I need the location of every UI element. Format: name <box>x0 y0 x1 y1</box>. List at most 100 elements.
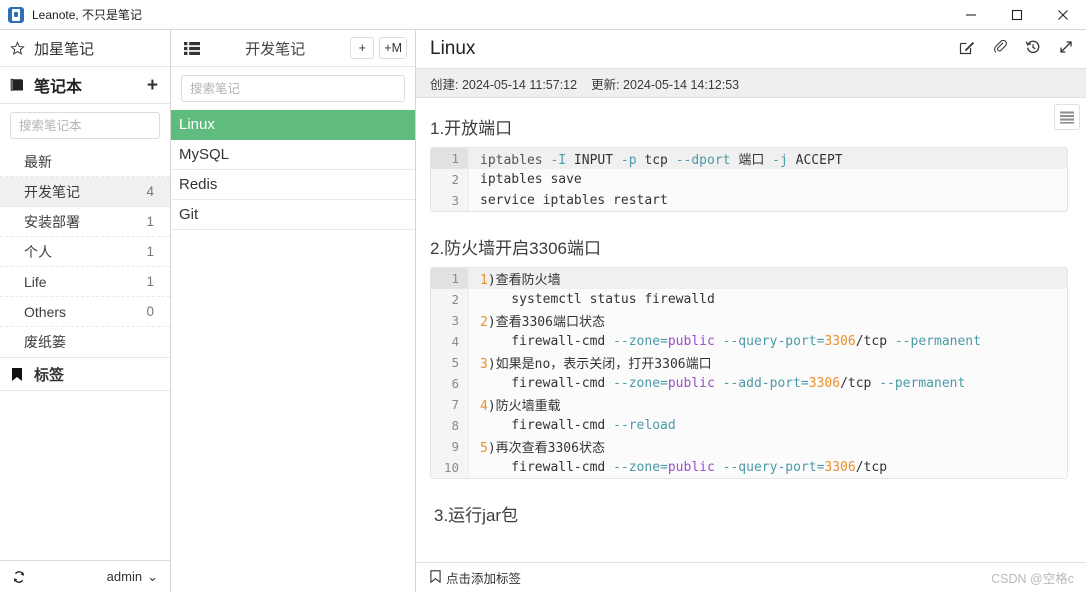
sidebar-item-starred[interactable]: 加星笔记 <box>0 30 170 67</box>
code-line: 7 4)防火墙重载 <box>431 394 1067 415</box>
line-number: 6 <box>431 373 469 394</box>
close-button[interactable] <box>1040 0 1086 30</box>
notebook-item-personal[interactable]: 个人 1 <box>0 237 170 267</box>
code-text: service iptables restart <box>480 193 668 208</box>
notebook-label: 废纸篓 <box>24 334 66 350</box>
app-title: Leanote, 不只是笔记 <box>32 8 143 22</box>
add-markdown-note-button[interactable]: +M <box>379 37 407 59</box>
sidebar-starred-label: 加星笔记 <box>34 40 95 58</box>
tag-icon <box>430 569 441 586</box>
heading-run-jar: 3.运行jar包 <box>434 506 519 525</box>
line-number: 2 <box>431 289 469 310</box>
code-text: firewall-cmd --zone=public --query-port=… <box>480 460 888 475</box>
note-item-title: Git <box>179 206 199 223</box>
user-name: admin <box>106 569 143 584</box>
sync-icon[interactable] <box>12 570 26 584</box>
code-text: iptables save <box>480 172 582 187</box>
code-text: 1)查看防火墙 <box>480 273 561 288</box>
note-toolbar <box>959 39 1074 60</box>
user-menu[interactable]: admin ⌄ <box>107 569 158 585</box>
code-text: firewall-cmd --reload <box>480 418 676 433</box>
list-view-icon[interactable] <box>179 41 205 55</box>
note-search-input[interactable] <box>181 75 405 102</box>
code-text: 3)如果是no，表示关闭，打开3306端口 <box>480 357 712 372</box>
code-line: 2 systemctl status firewalld <box>431 289 1067 310</box>
notebook-search-input[interactable] <box>10 112 160 139</box>
attachment-icon[interactable] <box>992 39 1008 60</box>
notebook-count: 0 <box>146 304 154 319</box>
window-titlebar: Leanote, 不只是笔记 <box>0 0 1086 30</box>
note-body: 1.开放端口 1 iptables -I INPUT -p tcp --dpor… <box>416 98 1086 562</box>
code-line: 10 firewall-cmd --zone=public --query-po… <box>431 457 1067 478</box>
toc-icon[interactable] <box>1054 104 1080 130</box>
add-tag-label: 点击添加标签 <box>446 572 522 586</box>
sidebar-notebooks-label: 笔记本 <box>34 79 83 96</box>
notebook-label: 个人 <box>24 243 52 260</box>
note-title: Linux <box>430 38 476 59</box>
code-text: firewall-cmd --zone=public --add-port=33… <box>480 376 966 391</box>
line-number: 7 <box>431 394 469 415</box>
note-list-title: 开发笔记 <box>245 40 306 58</box>
notebook-icon <box>0 78 34 92</box>
code-line: 6 firewall-cmd --zone=public --add-port=… <box>431 373 1067 394</box>
note-item-title: MySQL <box>179 146 230 163</box>
code-text: 4)防火墙重载 <box>480 399 561 414</box>
notebook-item-dev[interactable]: 开发笔记 4 <box>0 177 170 207</box>
code-line: 3 service iptables restart <box>431 190 1067 211</box>
code-text: 5)再次查看3306状态 <box>480 441 605 456</box>
history-icon[interactable] <box>1025 39 1041 60</box>
notebook-list: 最新 开发笔记 4 安装部署 1 个人 1 Life 1 Others 0 废纸… <box>0 147 170 357</box>
heading-open-port: 1.开放端口 <box>430 119 513 138</box>
code-text: firewall-cmd --zone=public --query-port=… <box>480 334 981 349</box>
line-number: 4 <box>431 331 469 352</box>
code-text: 2)查看3306端口状态 <box>480 315 605 330</box>
code-line: 5 3)如果是no，表示关闭，打开3306端口 <box>431 352 1067 373</box>
sidebar-item-notebooks[interactable]: 笔记本 + <box>0 67 170 104</box>
code-text: iptables -I INPUT -p tcp --dport 端口 -j A… <box>480 153 843 168</box>
note-updated-label: 更新: 2024-05-14 14:12:53 <box>591 77 740 92</box>
notebook-item-trash[interactable]: 废纸篓 <box>0 327 170 357</box>
notebook-sidebar: 加星笔记 笔记本 + 最新 开发笔记 4 安装部署 1 <box>0 30 171 592</box>
note-item-mysql[interactable]: MySQL <box>171 140 415 170</box>
add-tag-button[interactable]: 点击添加标签 <box>430 568 521 587</box>
notebook-item-others[interactable]: Others 0 <box>0 297 170 327</box>
note-list-pane: 开发笔记 + +M Linux MySQL Redis Git <box>171 30 416 592</box>
edit-icon[interactable] <box>959 39 975 60</box>
note-content-pane: Linux 创建: 2024-05-14 11:57:12 更新: 2024-0… <box>416 30 1086 592</box>
line-number: 2 <box>431 169 469 190</box>
note-items: Linux MySQL Redis Git <box>171 110 415 230</box>
code-line: 4 firewall-cmd --zone=public --query-por… <box>431 331 1067 352</box>
notebook-label: 最新 <box>24 153 52 170</box>
add-notebook-button[interactable]: + <box>147 76 158 95</box>
notebook-count: 1 <box>146 214 154 229</box>
note-item-linux[interactable]: Linux <box>171 110 415 140</box>
heading-firewall-3306: 2.防火墙开启3306端口 <box>430 239 601 258</box>
note-item-git[interactable]: Git <box>171 200 415 230</box>
note-item-title: Redis <box>179 176 218 193</box>
watermark: CSDN @空格c <box>991 572 1074 586</box>
code-line: 1 iptables -I INPUT -p tcp --dport 端口 -j… <box>431 148 1067 169</box>
note-search-wrap <box>171 67 415 110</box>
line-number: 1 <box>431 268 469 289</box>
maximize-button[interactable] <box>994 0 1040 30</box>
notebook-item-latest[interactable]: 最新 <box>0 147 170 177</box>
add-note-button[interactable]: + <box>350 37 375 59</box>
fullscreen-icon[interactable] <box>1058 39 1074 60</box>
note-metadata: 创建: 2024-05-14 11:57:12 更新: 2024-05-14 1… <box>416 69 1086 98</box>
notebook-label: Life <box>24 273 47 290</box>
chevron-down-icon: ⌄ <box>147 568 158 584</box>
note-item-redis[interactable]: Redis <box>171 170 415 200</box>
notebook-count: 1 <box>146 274 154 289</box>
notebook-item-life[interactable]: Life 1 <box>0 267 170 297</box>
star-icon <box>0 40 34 56</box>
sidebar-item-tags[interactable]: 标签 <box>0 357 170 391</box>
notebook-label: 安装部署 <box>24 213 80 230</box>
sidebar-tags-label: 标签 <box>34 366 65 384</box>
sidebar-footer: admin ⌄ <box>0 560 170 592</box>
line-number: 3 <box>431 310 469 331</box>
code-block-iptables: 1 iptables -I INPUT -p tcp --dport 端口 -j… <box>430 147 1068 212</box>
notebook-item-deploy[interactable]: 安装部署 1 <box>0 207 170 237</box>
minimize-button[interactable] <box>948 0 994 30</box>
code-line: 2 iptables save <box>431 169 1067 190</box>
note-footer: 点击添加标签 CSDN @空格c <box>416 562 1086 592</box>
